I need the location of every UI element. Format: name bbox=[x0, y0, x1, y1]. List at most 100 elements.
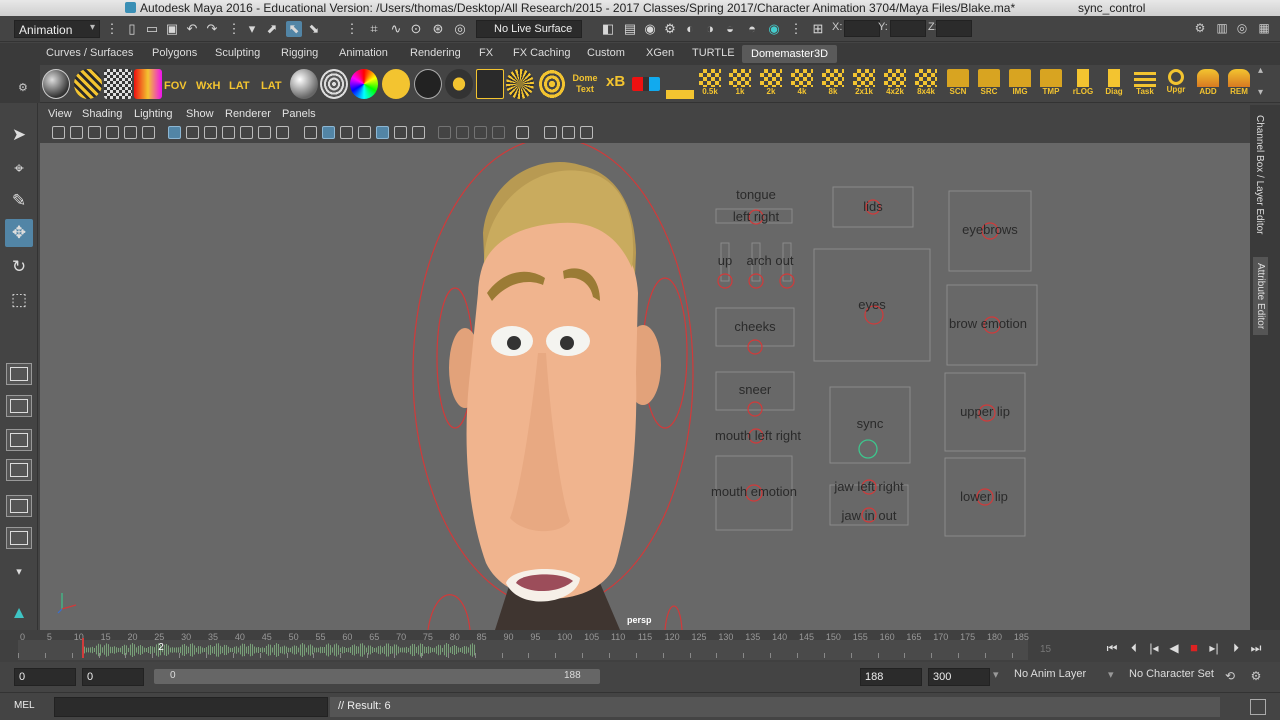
smooth-shade-icon[interactable] bbox=[322, 126, 335, 139]
rlog-button[interactable]: rLOG bbox=[1069, 69, 1097, 99]
neck-left-control[interactable] bbox=[427, 594, 471, 630]
animation-preferences-icon[interactable]: ⚙ bbox=[1248, 669, 1264, 685]
render-view-icon[interactable]: ◑ bbox=[702, 21, 718, 37]
play-backwards-icon[interactable]: ◀ bbox=[1166, 640, 1182, 656]
panel-menu-show[interactable]: Show bbox=[186, 108, 214, 120]
res-1k-button[interactable]: 1k bbox=[726, 69, 754, 99]
black-sphere-icon[interactable] bbox=[414, 69, 442, 99]
select-by-object-icon[interactable]: ⬈ bbox=[264, 21, 280, 37]
tab-rendering[interactable]: Rendering bbox=[410, 47, 461, 59]
neck-right-control[interactable] bbox=[664, 605, 683, 630]
xray-icon[interactable] bbox=[516, 126, 529, 139]
command-input[interactable] bbox=[54, 697, 328, 717]
time-slider-track[interactable]: 0 5 10 15 20 25 30 35 40 45 50 55 60 65 70 75 80 85 90 95 10… bbox=[18, 632, 1029, 660]
panel-menu-view[interactable]: View bbox=[48, 108, 72, 120]
anim-layer-dropdown[interactable]: No Anim Layer bbox=[1014, 668, 1086, 680]
panel-menu-renderer[interactable]: Renderer bbox=[225, 108, 271, 120]
gamma-icon[interactable] bbox=[580, 126, 593, 139]
res-0-5k-button[interactable]: 0.5k bbox=[696, 69, 724, 99]
snap-to-projected-icon[interactable]: ⊛ bbox=[430, 21, 446, 37]
isolate-select-icon[interactable] bbox=[492, 126, 505, 139]
diag-button[interactable]: Diag bbox=[1100, 69, 1128, 99]
persp-graph-hypergraph-layout-icon[interactable] bbox=[6, 495, 32, 517]
panel-menu-shading[interactable]: Shading bbox=[82, 108, 122, 120]
go-to-end-icon[interactable]: ⏭ bbox=[1248, 640, 1264, 656]
tab-fx-caching[interactable]: FX Caching bbox=[513, 47, 570, 59]
render-settings-icon[interactable]: ⚙ bbox=[662, 21, 678, 37]
save-scene-icon[interactable]: ▣ bbox=[164, 21, 180, 37]
step-back-key-icon[interactable]: |◂ bbox=[1146, 640, 1162, 656]
resolution-gate-icon[interactable] bbox=[204, 126, 217, 139]
tab-channel-box[interactable]: Channel Box / Layer Editor bbox=[1254, 115, 1265, 235]
tab-turtle[interactable]: TURTLE bbox=[692, 47, 735, 59]
tab-polygons[interactable]: Polygons bbox=[152, 47, 197, 59]
2d-pan-zoom-icon[interactable] bbox=[124, 126, 137, 139]
wireframe-icon[interactable] bbox=[304, 126, 317, 139]
playback-start-field[interactable]: 0 bbox=[82, 668, 144, 686]
hypershade-icon[interactable]: ◐ bbox=[682, 21, 698, 37]
lat-button-2[interactable]: LAT bbox=[261, 81, 282, 92]
layout-options-icon[interactable]: ▾ bbox=[5, 558, 33, 586]
gate-mask-icon[interactable] bbox=[222, 126, 235, 139]
wxh-button[interactable]: WxH bbox=[196, 81, 220, 92]
res-8x4k-button[interactable]: 8x4k bbox=[912, 69, 940, 99]
shelf-scroll-down-icon[interactable]: ▾ bbox=[1258, 87, 1263, 98]
live-surface-field[interactable]: No Live Surface bbox=[476, 20, 582, 38]
stereo-glasses-icon[interactable] bbox=[632, 77, 660, 91]
xray-active-icon[interactable] bbox=[562, 126, 575, 139]
chevron-down-icon[interactable]: ▾ bbox=[993, 668, 999, 681]
image-plane-icon[interactable] bbox=[106, 126, 119, 139]
arnold-icon[interactable]: ◓ bbox=[744, 21, 760, 37]
lasso-tool-icon[interactable]: ⌖ bbox=[5, 155, 33, 183]
ipr-render-icon[interactable]: ◉ bbox=[642, 21, 658, 37]
auto-key-icon[interactable]: ⟲ bbox=[1222, 669, 1238, 685]
scale-tool-icon[interactable]: ⬚ bbox=[5, 286, 33, 314]
modeling-toolkit-icon[interactable]: ▥ bbox=[1214, 21, 1230, 37]
animation-start-field[interactable]: 0 bbox=[14, 668, 76, 686]
render-current-frame-icon[interactable]: ▤ bbox=[622, 21, 638, 37]
move-tool-icon[interactable]: ✥ bbox=[5, 219, 33, 247]
coord-x-field[interactable] bbox=[844, 20, 880, 37]
radial-burst-icon[interactable] bbox=[506, 69, 534, 99]
scn-button[interactable]: SCN bbox=[944, 69, 972, 99]
input-box-icon[interactable]: ⊞ bbox=[810, 21, 826, 37]
script-editor-icon[interactable] bbox=[1250, 699, 1266, 715]
select-hierarchy-icon[interactable]: ▾ bbox=[244, 21, 260, 37]
bookmarks-icon[interactable] bbox=[88, 126, 101, 139]
xray-joints-icon[interactable] bbox=[544, 126, 557, 139]
persp-outliner-layout-icon[interactable] bbox=[6, 429, 32, 451]
dome-grid-icon[interactable] bbox=[104, 69, 132, 99]
redo-icon[interactable]: ↷ bbox=[204, 21, 220, 37]
upgr-button[interactable]: Upgr bbox=[1162, 69, 1190, 99]
grid-icon[interactable] bbox=[168, 126, 181, 139]
new-scene-icon[interactable]: ▯ bbox=[124, 21, 140, 37]
depth-of-field-icon[interactable] bbox=[474, 126, 487, 139]
tab-animation[interactable]: Animation bbox=[339, 47, 388, 59]
coord-y-field[interactable] bbox=[890, 20, 926, 37]
tab-custom[interactable]: Custom bbox=[587, 47, 625, 59]
viewport-persp[interactable]: tongue left right up arch out lids eyebr… bbox=[40, 143, 1250, 630]
single-perspective-layout-icon[interactable] bbox=[6, 363, 32, 385]
xb-button[interactable]: xB bbox=[606, 74, 625, 89]
panel-menu-panels[interactable]: Panels bbox=[282, 108, 316, 120]
rotate-tool-icon[interactable]: ↻ bbox=[5, 253, 33, 281]
shelf-scroll-up-icon[interactable]: ▴ bbox=[1258, 65, 1263, 76]
fov-button[interactable]: FOV bbox=[164, 81, 187, 92]
sync-control-handle[interactable] bbox=[858, 439, 878, 459]
safe-title-icon[interactable] bbox=[276, 126, 289, 139]
menu-set-dropdown[interactable]: Animation ▾ bbox=[14, 20, 100, 38]
persp-graph-layout-icon[interactable] bbox=[6, 459, 32, 481]
select-tool-icon[interactable]: ➤ bbox=[5, 121, 33, 149]
spiral-icon[interactable] bbox=[538, 69, 566, 99]
tab-attribute-editor[interactable]: Attribute Editor bbox=[1253, 257, 1268, 336]
select-camera-icon[interactable] bbox=[52, 126, 65, 139]
chevron-down-icon[interactable]: ▾ bbox=[1108, 668, 1114, 681]
res-2k-button[interactable]: 2k bbox=[757, 69, 785, 99]
command-language-toggle[interactable]: MEL bbox=[14, 700, 35, 711]
histogram-icon[interactable] bbox=[666, 69, 694, 99]
attribute-editor-toggle-icon[interactable]: ▦ bbox=[1256, 21, 1272, 37]
animation-end-field[interactable]: 300 bbox=[928, 668, 990, 686]
step-forward-frame-icon[interactable]: ⏵ bbox=[1228, 640, 1244, 656]
film-gate-icon[interactable] bbox=[186, 126, 199, 139]
sneer-handle[interactable] bbox=[747, 401, 763, 417]
